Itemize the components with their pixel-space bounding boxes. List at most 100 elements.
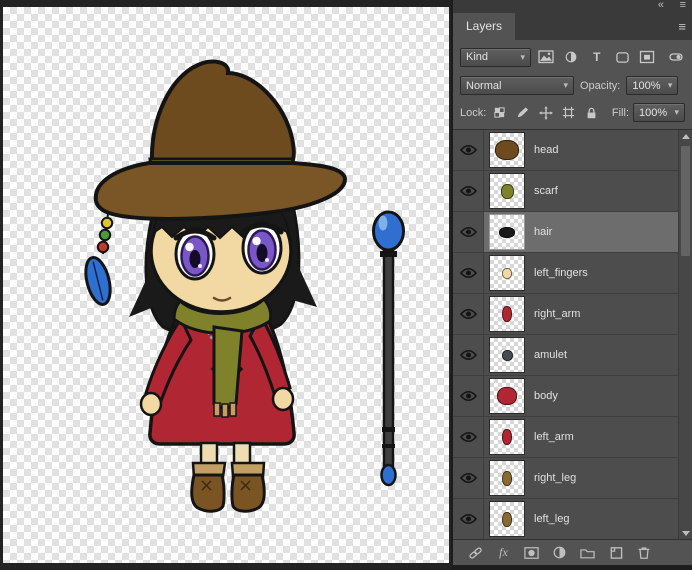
layer-name: head bbox=[534, 144, 559, 156]
collapse-panels-icon[interactable]: « bbox=[658, 0, 664, 12]
panel-bottom-strip bbox=[453, 565, 692, 570]
left-eye-graphic bbox=[173, 227, 217, 281]
layer-name: hair bbox=[534, 226, 553, 238]
layer-thumbnail[interactable] bbox=[489, 501, 525, 537]
opacity-value: 100% bbox=[632, 79, 661, 92]
layer-row-main[interactable]: head bbox=[484, 130, 692, 170]
new-layer-button[interactable] bbox=[606, 544, 625, 561]
layer-row[interactable]: left_arm bbox=[453, 417, 692, 458]
visibility-toggle[interactable] bbox=[453, 335, 484, 375]
new-group-button[interactable] bbox=[578, 544, 597, 561]
visibility-toggle[interactable] bbox=[453, 376, 484, 416]
filter-shape-layers-button[interactable] bbox=[612, 47, 632, 67]
filter-toggle-switch[interactable] bbox=[668, 48, 686, 66]
layer-name: left_arm bbox=[534, 431, 574, 443]
layer-list: head scarf hair left_fingers right_arm a… bbox=[453, 129, 692, 539]
layer-row-main[interactable]: body bbox=[484, 376, 692, 416]
hat-graphic bbox=[93, 59, 348, 221]
layer-thumbnail[interactable] bbox=[489, 460, 525, 496]
filter-adjustment-layers-button[interactable] bbox=[561, 47, 581, 67]
panel-menu-icon[interactable]: ≡ bbox=[678, 19, 686, 34]
layer-name: amulet bbox=[534, 349, 568, 361]
tab-layers[interactable]: Layers bbox=[453, 13, 516, 40]
scroll-up-arrow[interactable] bbox=[679, 130, 692, 142]
panel-footer: fx bbox=[453, 539, 692, 565]
layer-row[interactable]: right_leg bbox=[453, 458, 692, 499]
panel-group-header: « ≡ bbox=[453, 0, 692, 13]
visibility-toggle[interactable] bbox=[453, 212, 484, 252]
type-filter-icon: T bbox=[593, 50, 601, 64]
layer-row[interactable]: left_leg bbox=[453, 499, 692, 539]
chevron-down-icon: ▾ bbox=[667, 80, 673, 90]
layer-row-main[interactable]: hair bbox=[484, 212, 692, 252]
visibility-toggle[interactable] bbox=[453, 130, 484, 170]
filter-pixel-layers-button[interactable] bbox=[536, 47, 556, 67]
layer-thumbnail[interactable] bbox=[489, 378, 525, 414]
eye-icon bbox=[459, 349, 477, 361]
layer-thumb-blob bbox=[499, 226, 515, 238]
layer-thumb-blob bbox=[502, 511, 512, 527]
layer-name: right_arm bbox=[534, 308, 581, 320]
visibility-toggle[interactable] bbox=[453, 171, 484, 211]
lock-position-button[interactable] bbox=[536, 104, 555, 122]
filter-type-layers-button[interactable]: T bbox=[587, 47, 607, 67]
kind-filter-dropdown[interactable]: Kind ▾ bbox=[460, 47, 532, 67]
visibility-toggle[interactable] bbox=[453, 458, 484, 498]
visibility-toggle[interactable] bbox=[453, 499, 484, 539]
layer-thumbnail[interactable] bbox=[489, 132, 525, 168]
layer-row[interactable]: right_arm bbox=[453, 294, 692, 335]
layer-row[interactable]: left_fingers bbox=[453, 253, 692, 294]
scrollbar-thumb[interactable] bbox=[681, 146, 690, 256]
layer-row[interactable]: hair bbox=[453, 212, 692, 253]
layer-thumbnail[interactable] bbox=[489, 214, 525, 250]
layer-row[interactable]: body bbox=[453, 376, 692, 417]
layer-row-main[interactable]: left_leg bbox=[484, 499, 692, 539]
delete-layer-button[interactable] bbox=[634, 544, 653, 561]
layer-row-main[interactable]: right_arm bbox=[484, 294, 692, 334]
lock-row: Lock: Fill: 100% ▾ bbox=[460, 103, 685, 122]
lock-artboard-button[interactable] bbox=[559, 104, 578, 122]
layer-row-main[interactable]: amulet bbox=[484, 335, 692, 375]
layer-name: left_leg bbox=[534, 513, 570, 525]
visibility-toggle[interactable] bbox=[453, 253, 484, 293]
fill-value: 100% bbox=[639, 106, 668, 119]
layer-row[interactable]: scarf bbox=[453, 171, 692, 212]
layer-thumbnail[interactable] bbox=[489, 296, 525, 332]
layer-list-scrollbar[interactable] bbox=[678, 130, 692, 539]
panel-group-menu-icon[interactable]: ≡ bbox=[680, 0, 686, 12]
kind-label: Kind bbox=[466, 51, 489, 63]
layers-panel: « ≡ Layers ≡ Kind ▾ T Normal ▾ Opacity: … bbox=[451, 0, 692, 570]
layer-row-main[interactable]: left_fingers bbox=[484, 253, 692, 293]
layer-thumbnail[interactable] bbox=[489, 419, 525, 455]
layer-thumb-blob bbox=[495, 140, 519, 160]
lock-transparent-pixels-button[interactable] bbox=[490, 104, 509, 122]
canvas[interactable] bbox=[3, 7, 449, 563]
layer-thumbnail[interactable] bbox=[489, 173, 525, 209]
scroll-down-arrow[interactable] bbox=[679, 527, 692, 539]
layer-row-main[interactable]: right_leg bbox=[484, 458, 692, 498]
layer-thumb-blob bbox=[502, 267, 512, 279]
layer-row[interactable]: head bbox=[453, 130, 692, 171]
layer-thumbnail[interactable] bbox=[489, 255, 525, 291]
layer-row-main[interactable]: left_arm bbox=[484, 417, 692, 457]
filter-row: Kind ▾ T bbox=[460, 47, 685, 67]
opacity-input[interactable]: 100% ▾ bbox=[626, 76, 679, 95]
adjustment-layer-button[interactable] bbox=[550, 544, 569, 561]
layer-thumbnail[interactable] bbox=[489, 337, 525, 373]
visibility-toggle[interactable] bbox=[453, 294, 484, 334]
add-layer-mask-button[interactable] bbox=[522, 544, 541, 561]
lock-all-button[interactable] bbox=[582, 104, 601, 122]
filter-smart-object-button[interactable] bbox=[637, 47, 657, 67]
fill-input[interactable]: 100% ▾ bbox=[633, 103, 685, 122]
visibility-toggle[interactable] bbox=[453, 417, 484, 457]
layer-row[interactable]: amulet bbox=[453, 335, 692, 376]
fx-icon: fx bbox=[499, 545, 508, 559]
layer-row-main[interactable]: scarf bbox=[484, 171, 692, 211]
layer-thumb-blob bbox=[497, 387, 517, 405]
link-layers-button[interactable] bbox=[466, 544, 485, 561]
lock-image-pixels-button[interactable] bbox=[513, 104, 532, 122]
layer-style-button[interactable]: fx bbox=[494, 544, 513, 561]
blend-mode-dropdown[interactable]: Normal ▾ bbox=[460, 76, 574, 95]
eye-icon bbox=[459, 308, 477, 320]
layer-thumb-blob bbox=[502, 306, 512, 322]
